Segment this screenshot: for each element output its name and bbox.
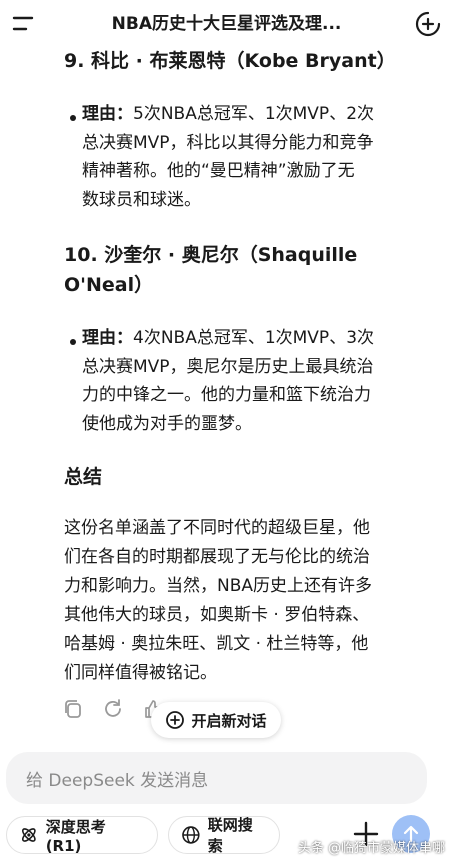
shaq-reason-line4: 使他成为对手的噩梦。: [82, 413, 252, 434]
watermark: 头条 @临猗市蒙媒体串哪: [297, 841, 445, 856]
new-chat-button[interactable]: 开启新对话: [151, 702, 281, 738]
message-input[interactable]: 给 DeepSeek 发送消息: [6, 752, 427, 804]
shaq-heading-line2: O'Neal）: [64, 274, 154, 296]
summary-line: 力和影响力。当然，NBA历史上还有许多: [64, 576, 373, 596]
summary-line: 哈基姆 · 奥拉朱旺、凯文 · 杜兰特等，他: [64, 634, 369, 654]
shaq-reason-line3: 力的中锋之一。他的力量和篮下统治力: [82, 385, 371, 405]
bullet-dot: [70, 339, 76, 345]
shaq-reason-line1: 理由：4次NBA总冠军、1次MVP、3次: [82, 324, 438, 353]
top-bar: NBA历史十大巨星评选及理...: [0, 0, 453, 48]
kobe-reason-label: 理由：: [82, 104, 133, 124]
shaq-reason-label: 理由：: [82, 328, 133, 348]
shaq-reason-line2: 总决赛MVP，奥尼尔是历史上最具统治: [82, 356, 374, 377]
web-search-label: 联网搜索: [207, 816, 253, 855]
summary-line: 们在各自的时期都展现了无与伦比的统治: [64, 547, 370, 567]
deepthink-label: 深度思考 (R1): [45, 817, 106, 855]
copy-icon[interactable]: [62, 698, 84, 720]
summary-line: 这份名单涵盖了不同时代的超级巨星，他: [64, 518, 370, 538]
conversation-title[interactable]: NBA历史十大巨星评选及理...: [56, 12, 397, 36]
kobe-reason-line3: 精神著称。他的“曼巴精神”激励了无: [82, 161, 355, 181]
hamburger-icon[interactable]: [12, 12, 36, 36]
plus-circle-icon[interactable]: [415, 11, 441, 37]
summary-line: 其他伟大的球员，如奥斯卡 · 罗伯特森、: [64, 605, 370, 625]
summary-heading: 总结: [64, 466, 103, 488]
message-input-placeholder: 给 DeepSeek 发送消息: [26, 771, 209, 791]
web-search-toggle[interactable]: 联网搜索: [168, 816, 280, 855]
kobe-heading: 9. 科比 · 布莱恩特（Kobe Bryant）: [64, 50, 396, 72]
new-chat-label: 开启新对话: [191, 711, 267, 730]
shaq-heading-line1: 10. 沙奎尔 · 奥尼尔（Shaquille: [64, 244, 358, 266]
atom-icon: [22, 828, 36, 842]
plus-circle-icon: [166, 711, 185, 729]
refresh-icon[interactable]: [102, 698, 124, 720]
bullet-dot: [70, 115, 76, 121]
shaq-reason-text: 4次NBA总冠军、1次MVP、3次: [133, 328, 375, 348]
deepthink-toggle[interactable]: 深度思考 (R1): [6, 816, 158, 855]
globe-icon: [182, 826, 200, 844]
kobe-reason-line1: 理由：5次NBA总冠军、1次MVP、2次: [82, 100, 438, 129]
summary-line: 们同样值得被铭记。: [64, 663, 217, 683]
kobe-reason-line4: 数球员和球迷。: [82, 189, 201, 210]
kobe-reason-text: 5次NBA总冠军、1次MVP、2次: [133, 104, 375, 124]
kobe-reason-line2: 总决赛MVP，科比以其得分能力和竞争: [82, 132, 374, 153]
